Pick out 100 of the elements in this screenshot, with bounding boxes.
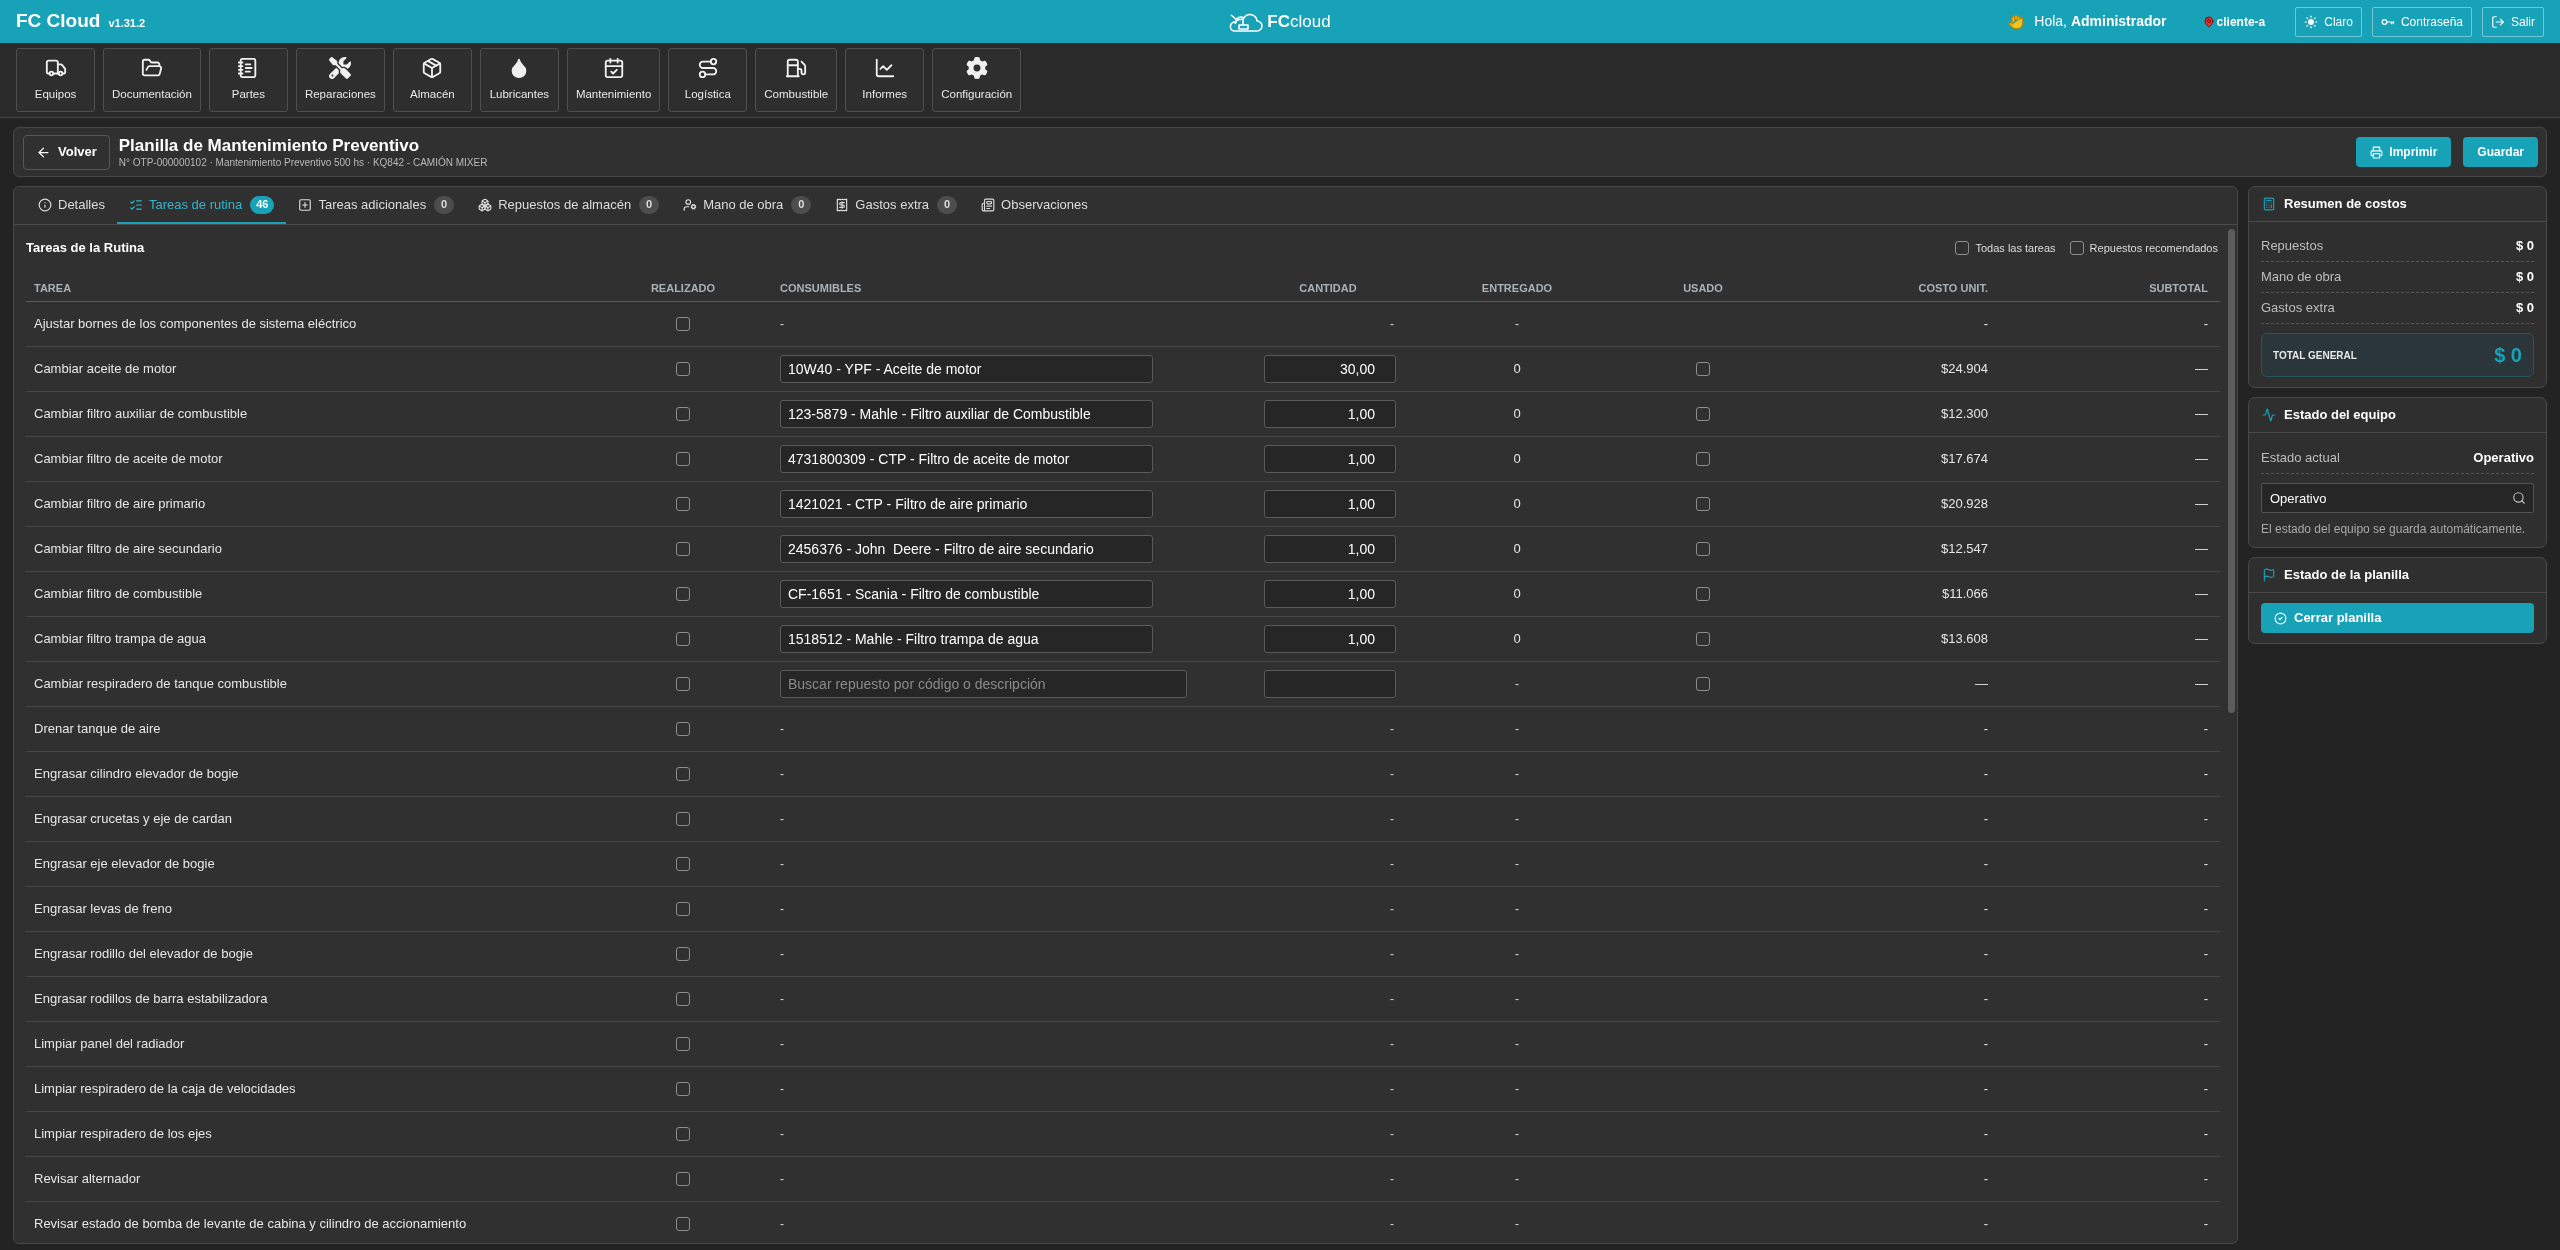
line-chart-icon [873,56,896,79]
quantity-field[interactable]: 1,00 [1264,400,1396,428]
subtotal-value: — [2195,405,2208,424]
empty-value: - [1515,1036,1519,1053]
quantity-field[interactable]: 1,00 [1264,535,1396,563]
empty-value: - [1515,1126,1519,1143]
status-select[interactable]: Operativo [2261,483,2534,513]
checkbox[interactable] [1696,677,1710,691]
checkbox[interactable] [1696,587,1710,601]
column-header: CANTIDAD [1299,281,1357,294]
part-field[interactable]: 2456376 - John Deere - Filtro de aire secundario [780,535,1153,563]
part-field[interactable]: 10W40 - YPF - Aceite de motor [780,355,1153,383]
checkbox[interactable] [1696,497,1710,511]
quantity-field[interactable]: 30,00 [1264,355,1396,383]
checkbox[interactable] [676,947,690,961]
checkbox[interactable] [2069,241,2084,255]
checkbox[interactable] [676,542,690,556]
subtotal-value: — [2195,675,2208,694]
checkbox[interactable] [1696,407,1710,421]
module-button[interactable]: Mantenimiento [566,48,661,112]
calendar-check-icon [602,56,625,79]
logout-icon [2491,14,2505,29]
part-field[interactable]: 1518512 - Mahle - Filtro trampa de agua [780,625,1153,653]
back-button[interactable]: Volver [23,134,110,170]
module-button[interactable]: Combustible [755,48,838,112]
quantity-field[interactable]: 1,00 [1264,490,1396,518]
module-button[interactable]: Informes [845,48,925,112]
tab[interactable]: Observaciones [969,187,1100,224]
greeting-text: Hola, Administrador [2034,12,2167,31]
checkbox[interactable] [1696,632,1710,646]
module-button[interactable]: Equipos [16,48,95,112]
task-name: Limpiar panel del radiador [34,1035,185,1054]
checkbox[interactable] [1696,362,1710,376]
part-field[interactable]: 123-5879 - Mahle - Filtro auxiliar de Combustible [780,400,1153,428]
checkbox[interactable] [676,992,690,1006]
checkbox[interactable] [676,587,690,601]
checkbox[interactable] [676,812,690,826]
unit-cost: - [1983,720,1988,739]
checkbox[interactable] [676,1082,690,1096]
checkbox[interactable] [676,767,690,781]
checkbox[interactable] [676,317,690,331]
unit-cost: $20.928 [1941,495,1988,514]
part-field[interactable]: CF-1651 - Scania - Filtro de combustible [780,580,1153,608]
part-field[interactable]: 4731800309 - CTP - Filtro de aceite de motor [780,445,1153,473]
empty-value: - [780,901,784,918]
checkbox[interactable] [1696,452,1710,466]
checkbox[interactable] [676,1037,690,1051]
module-button[interactable]: Reparaciones [295,48,385,112]
checkbox[interactable] [676,677,690,691]
empty-value: - [1515,1171,1519,1188]
page-subtitle: N° OTP-000000102 · Mantenimiento Preventivo 500 hs · KQ842 - CAMIÓN MIXER [118,155,488,170]
module-button[interactable]: Logística [668,48,748,112]
checkbox[interactable] [676,1127,690,1141]
empty-value: - [780,856,784,873]
subtotal-value: - [2203,1035,2208,1054]
task-name: Cambiar filtro de aceite de motor [34,450,223,469]
tab[interactable]: Gastos extra 0 [823,187,970,224]
checkbox[interactable] [1955,241,1970,255]
tab[interactable]: Tareas de rutina 46 [116,187,287,224]
quantity-field[interactable]: 1,00 [1264,445,1396,473]
subtotal-value: - [2203,765,2208,784]
checkbox[interactable] [676,857,690,871]
scrollbar-thumb[interactable] [2228,229,2235,713]
quantity-field[interactable]: 1,00 [1264,580,1396,608]
subtotal-value: - [2203,855,2208,874]
tab[interactable]: Mano de obra 0 [671,187,824,224]
quantity-field[interactable] [1264,670,1396,698]
delivered-count: 0 [1513,630,1521,649]
module-button[interactable]: Documentación [103,48,201,112]
module-button[interactable]: Partes [208,48,288,112]
checkbox-label[interactable]: Repuestos recomendados [2089,239,2218,257]
checkbox[interactable] [676,632,690,646]
checkbox[interactable] [676,1217,690,1231]
empty-value: - [1390,811,1394,828]
subtotal-value: - [2203,315,2208,334]
checkbox[interactable] [676,497,690,511]
tab[interactable]: Tareas adicionales 0 [286,187,467,224]
checkbox-label[interactable]: Todas las tareas [1975,239,2056,257]
task-name: Engrasar rodillos de barra estabilizadora [34,990,268,1009]
checkbox[interactable] [676,1172,690,1186]
quantity-field[interactable]: 1,00 [1264,625,1396,653]
checkbox[interactable] [676,722,690,736]
task-name: Cambiar filtro de combustible [34,585,203,604]
unit-cost: $13.608 [1941,630,1988,649]
tab[interactable]: Repuestos de almacén 0 [466,187,672,224]
empty-value: - [1515,1081,1519,1098]
checkbox[interactable] [676,407,690,421]
part-field[interactable]: 1421021 - CTP - Filtro de aire primario [780,490,1153,518]
empty-value: - [1390,1081,1394,1098]
module-button[interactable]: Configuración [932,48,1022,112]
checkbox[interactable] [676,362,690,376]
checkbox[interactable] [676,902,690,916]
part-search-field[interactable]: Buscar repuesto por código o descripción [780,670,1187,698]
module-button[interactable]: Almacén [392,48,472,112]
tab[interactable]: Detalles [26,187,117,224]
checkbox[interactable] [676,452,690,466]
checkbox[interactable] [1696,542,1710,556]
module-button[interactable]: Lubricantes [479,48,559,112]
newspaper-icon [981,197,996,212]
task-name: Engrasar crucetas y eje de cardan [34,810,232,829]
